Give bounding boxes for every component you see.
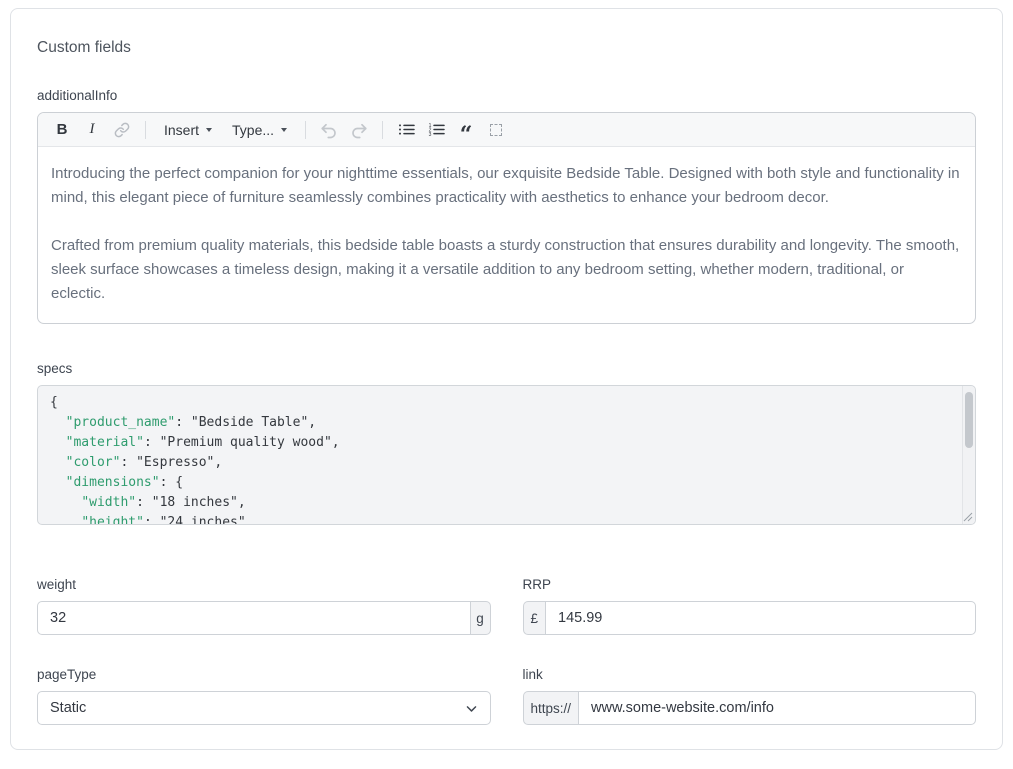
code-line: "width": "18 inches", — [50, 493, 949, 513]
code-line: { — [50, 393, 949, 413]
editor-paragraph: Crafted from premium quality materials, … — [51, 234, 962, 306]
field-link: link https:// — [523, 667, 977, 725]
page-type-select[interactable]: Static — [37, 691, 491, 725]
bullet-list-icon — [398, 122, 415, 137]
link-label: link — [523, 667, 977, 682]
blockquote-icon: “ — [460, 120, 473, 140]
link-icon — [114, 122, 130, 138]
weight-input[interactable] — [37, 601, 470, 635]
code-line: "color": "Espresso", — [50, 453, 949, 473]
redo-icon — [350, 121, 368, 139]
editor-paragraph: Introducing the perfect companion for yo… — [51, 162, 962, 210]
type-dropdown[interactable]: Type... — [223, 116, 296, 144]
link-input[interactable] — [578, 691, 976, 725]
field-weight: weight g — [37, 577, 491, 635]
code-line: "product_name": "Bedside Table", — [50, 413, 949, 433]
page-type-value: Static — [50, 700, 86, 716]
svg-text:3: 3 — [428, 132, 431, 137]
bullet-list-button[interactable] — [392, 116, 420, 144]
field-page-type: pageType Static — [37, 667, 491, 725]
editor-toolbar: B I Insert Type... — [38, 113, 975, 147]
code-line: "material": "Premium quality wood", — [50, 433, 949, 453]
numbered-list-icon: 123 — [428, 122, 445, 137]
currency-addon: £ — [523, 601, 546, 635]
protocol-addon: https:// — [523, 691, 579, 725]
toolbar-divider — [305, 121, 306, 139]
italic-button[interactable]: I — [78, 116, 106, 144]
specs-code: { "product_name": "Bedside Table", "mate… — [38, 386, 975, 525]
chevron-down-icon — [465, 702, 478, 715]
field-specs: specs { "product_name": "Bedside Table",… — [37, 361, 976, 525]
undo-button[interactable] — [315, 116, 343, 144]
row-weight-rrp: weight g RRP £ — [37, 577, 976, 635]
additional-info-label: additionalInfo — [37, 88, 976, 103]
field-rrp: RRP £ — [523, 577, 977, 635]
toolbar-divider — [145, 121, 146, 139]
italic-icon: I — [90, 121, 95, 138]
scrollbar-thumb[interactable] — [965, 392, 973, 448]
rrp-label: RRP — [523, 577, 977, 592]
insert-dropdown-label: Insert — [164, 122, 199, 138]
code-line: "height": "24 inches", — [50, 513, 949, 525]
blockquote-button[interactable]: “ — [452, 116, 480, 144]
field-additional-info: additionalInfo B I Insert Type... — [37, 88, 976, 324]
bold-button[interactable]: B — [48, 116, 76, 144]
specs-label: specs — [37, 361, 976, 376]
redo-button[interactable] — [345, 116, 373, 144]
panel-title: Custom fields — [37, 39, 976, 57]
weight-unit-addon: g — [470, 601, 491, 635]
custom-fields-panel: Custom fields additionalInfo B I Insert … — [10, 8, 1003, 750]
codesample-button[interactable] — [482, 116, 510, 144]
numbered-list-button[interactable]: 123 — [422, 116, 450, 144]
page-type-label: pageType — [37, 667, 491, 682]
editor-content-area[interactable]: Introducing the perfect companion for yo… — [38, 147, 975, 323]
link-button[interactable] — [108, 116, 136, 144]
resize-handle-icon[interactable] — [962, 511, 973, 522]
rich-text-editor: B I Insert Type... — [37, 112, 976, 324]
specs-code-editor[interactable]: { "product_name": "Bedside Table", "mate… — [37, 385, 976, 525]
chevron-down-icon — [206, 128, 212, 132]
bold-icon: B — [57, 121, 68, 138]
undo-icon — [320, 121, 338, 139]
toolbar-divider — [382, 121, 383, 139]
dashed-box-icon — [490, 124, 502, 136]
weight-label: weight — [37, 577, 491, 592]
code-line: "dimensions": { — [50, 473, 949, 493]
row-pagetype-link: pageType Static link https:// — [37, 667, 976, 725]
scrollbar-track[interactable] — [962, 386, 975, 524]
insert-dropdown[interactable]: Insert — [155, 116, 221, 144]
rrp-input[interactable] — [545, 601, 976, 635]
type-dropdown-label: Type... — [232, 122, 274, 138]
chevron-down-icon — [281, 128, 287, 132]
